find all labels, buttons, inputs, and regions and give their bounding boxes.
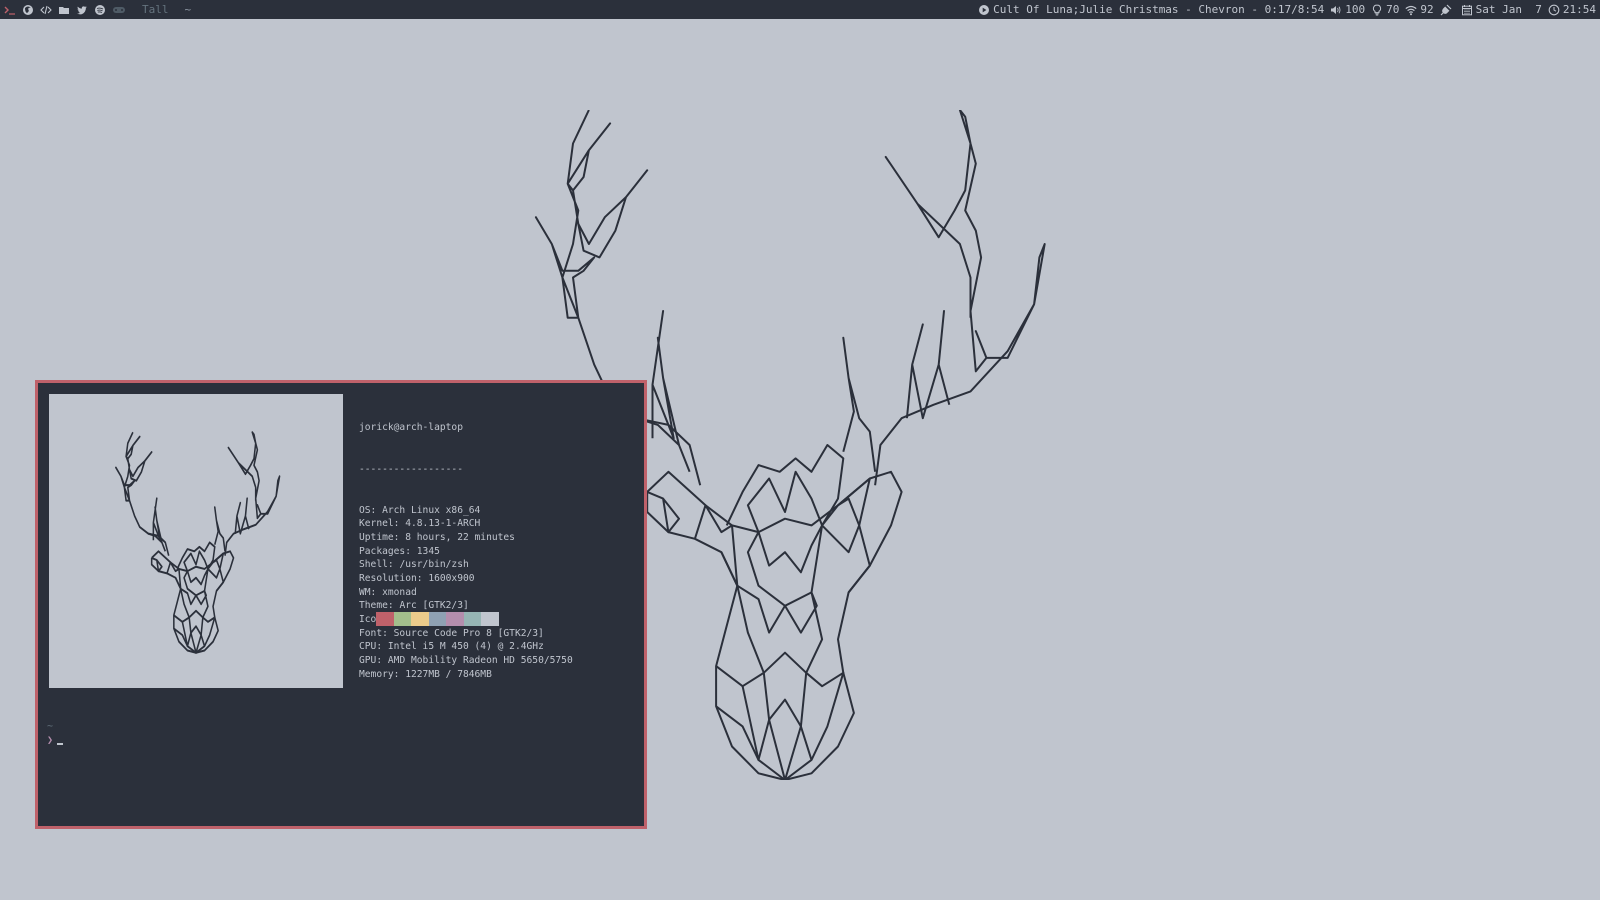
deer-line	[822, 479, 870, 593]
volume-icon	[1330, 4, 1342, 16]
info-row-os: OS: Arch Linux x86_64	[359, 504, 573, 518]
window-title: ~	[184, 3, 192, 16]
clock-text: 21:54	[1562, 3, 1596, 16]
now-playing[interactable]: Cult Of Luna;Julie Christmas - Chevron -…	[978, 0, 1324, 19]
info-row-shell: Shell: /usr/bin/zsh	[359, 558, 573, 572]
now-playing-text: Cult Of Luna;Julie Christmas - Chevron -…	[993, 3, 1325, 16]
plug-icon	[1440, 4, 1452, 16]
calendar-icon	[1461, 4, 1473, 16]
palette-swatch	[376, 612, 394, 626]
palette-swatch	[446, 612, 464, 626]
info-row-kernel: Kernel: 4.8.13-1-ARCH	[359, 517, 573, 531]
palette-swatch	[393, 612, 411, 626]
clock-icon	[1548, 4, 1560, 16]
info-key: GPU:	[359, 655, 388, 667]
info-key: WM:	[359, 586, 383, 598]
deer-line	[213, 506, 226, 552]
palette-swatch	[481, 612, 499, 626]
info-value: Arch Linux x86_64	[382, 504, 481, 516]
workspace-list: Tall ~	[4, 0, 191, 19]
info-row-memory: Memory: 1227MB / 7846MB	[359, 668, 573, 682]
palette-swatch	[463, 612, 481, 626]
deer-line	[148, 532, 166, 552]
brightness-indicator[interactable]: 70	[1371, 0, 1399, 19]
info-value: 8 hours, 22 minutes	[405, 531, 515, 543]
palette-swatch	[411, 612, 429, 626]
deer-thumbnail-lines	[115, 431, 281, 654]
prompt-directory: ~	[47, 721, 54, 732]
layout-name[interactable]: Tall	[142, 0, 169, 19]
code-icon[interactable]	[40, 4, 52, 16]
info-key: CPU:	[359, 641, 388, 653]
info-row-wm: WM: xmonad	[359, 586, 573, 600]
color-palette	[376, 612, 499, 626]
wifi-icon	[1405, 4, 1417, 16]
deer-line	[875, 110, 1045, 485]
info-value: Arc [GTK2/3]	[399, 600, 469, 612]
info-value: Source Code Pro 8 [GTK2/3]	[393, 627, 544, 639]
info-header: jorick@arch-laptop	[359, 422, 463, 434]
deer-thumbnail	[49, 394, 343, 688]
volume-indicator[interactable]: 100	[1330, 0, 1365, 19]
info-value: 4.8.13-1-ARCH	[405, 518, 481, 530]
lightbulb-icon	[1371, 4, 1383, 16]
folder-icon[interactable]	[58, 4, 70, 16]
info-key: Shell:	[359, 559, 400, 571]
info-value: 1600x900	[428, 573, 475, 585]
info-key: Resolution:	[359, 573, 429, 585]
info-rows: OS: Arch Linux x86_64 Kernel: 4.8.13-1-AR…	[359, 504, 573, 682]
play-icon	[978, 4, 990, 16]
prompt[interactable]: ~ ❯	[47, 720, 64, 748]
info-key: Font:	[359, 627, 394, 639]
info-key: OS:	[359, 504, 383, 516]
twitter-icon[interactable]	[76, 4, 88, 16]
status-bar: Tall ~ Cult Of Luna;Julie Christmas - Ch…	[0, 0, 1600, 19]
info-row-uptime: Uptime: 8 hours, 22 minutes	[359, 531, 573, 545]
info-value: AMD Mobility Radeon HD 5650/5750	[387, 655, 573, 667]
info-value: Intel i5 M 450 (4) @ 2.4GHz	[387, 641, 544, 653]
info-separator: ------------------	[359, 463, 463, 475]
deer-line	[207, 552, 225, 592]
deer-line	[743, 686, 812, 780]
volume-value: 100	[1345, 3, 1366, 16]
wifi-value: 92	[1420, 3, 1434, 16]
info-key: Packages:	[359, 545, 417, 557]
info-row-cpu: CPU: Intel i5 M 450 (4) @ 2.4GHz	[359, 640, 573, 654]
deer-line	[843, 338, 875, 472]
terminal-icon[interactable]	[4, 4, 16, 16]
info-row-gpu: GPU: AMD Mobility Radeon HD 5650/5750	[359, 654, 573, 668]
deer-line	[737, 586, 822, 673]
date-text: Sat Jan 7	[1475, 3, 1542, 16]
date-indicator[interactable]: Sat Jan 7	[1461, 0, 1542, 19]
system-info: jorick@arch-laptop ------------------ OS…	[359, 394, 573, 709]
deer-line	[224, 431, 281, 556]
spotify-icon[interactable]	[94, 4, 106, 16]
power-indicator[interactable]	[1440, 4, 1455, 16]
wifi-indicator[interactable]: 92	[1405, 0, 1434, 19]
clock-indicator[interactable]: 21:54	[1548, 0, 1596, 19]
gamepad-icon[interactable]	[112, 4, 126, 16]
info-key: Theme:	[359, 600, 400, 612]
info-row-font: Font: Source Code Pro 8 [GTK2/3]	[359, 627, 573, 641]
info-value: 1345	[416, 545, 440, 557]
deer-line	[647, 472, 901, 780]
info-row-packages: Packages: 1345	[359, 545, 573, 559]
prompt-symbol: ❯	[47, 735, 54, 746]
info-key: Memory:	[359, 668, 406, 680]
info-key: Uptime:	[359, 531, 406, 543]
info-value: xmonad	[382, 586, 417, 598]
firefox-icon[interactable]	[22, 4, 34, 16]
info-value: /usr/bin/zsh	[399, 559, 469, 571]
text-cursor	[57, 743, 64, 745]
info-row-resolution: Resolution: 1600x900	[359, 572, 573, 586]
status-indicators: Cult Of Luna;Julie Christmas - Chevron -…	[972, 0, 1596, 19]
brightness-value: 70	[1386, 3, 1400, 16]
info-value: 1227MB / 7846MB	[405, 668, 492, 680]
terminal-window[interactable]: jorick@arch-laptop ------------------ OS…	[35, 380, 647, 829]
info-key: Kernel:	[359, 518, 406, 530]
palette-swatch	[428, 612, 446, 626]
